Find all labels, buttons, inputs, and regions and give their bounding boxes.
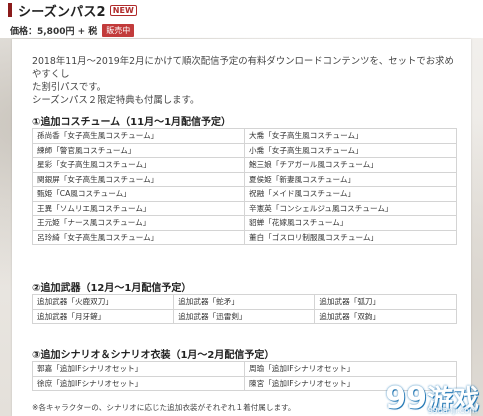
description-line: 2018年11月～2019年2月にかけて順次配信予定の有料ダウンロードコンテンツ… [32, 56, 454, 80]
table-cell: 追加武器「双鉤」 [314, 308, 457, 324]
section-costume-title: ①追加コスチューム（11月～1月配信予定） [32, 117, 232, 128]
table-row: 孫尚香「女子高生風コスチューム」 大喬「女子高生風コスチューム」 [32, 128, 457, 144]
table-cell: 鮑三娘「チアガール風コスチューム」 [244, 157, 457, 173]
content-panel: 2018年11月～2019年2月にかけて順次配信予定の有料ダウンロードコンテンツ… [12, 39, 471, 416]
table-cell: 董白「ゴスロリ制服風コスチューム」 [244, 229, 457, 245]
costume-table: 孫尚香「女子高生風コスチューム」 大喬「女子高生風コスチューム」 練師「警官風コス… [32, 128, 457, 245]
table-row: 王元姫「ナース風コスチューム」 貂蝉「花嫁風コスチューム」 [32, 215, 457, 231]
table-cell: 星彩「女子高生風コスチューム」 [32, 157, 245, 173]
table-row: 郭嘉「追加IFシナリオセット」 周瑜「追加IFシナリオセット」 [32, 361, 457, 377]
description-line: シーズンパス２限定特典も付属します。 [32, 95, 200, 106]
table-cell: 大喬「女子高生風コスチューム」 [244, 128, 457, 144]
table-row: 王異「ソムリエ風コスチューム」 辛憲英「コンシェルジュ風コスチューム」 [32, 200, 457, 216]
table-cell: 練師「警官風コスチューム」 [32, 142, 245, 158]
section-weapon-title: ②追加武器（12月～1月配信予定） [32, 283, 192, 294]
table-cell: 孫尚香「女子高生風コスチューム」 [32, 128, 245, 144]
table-cell: 追加武器「弧刀」 [314, 294, 457, 310]
table-cell: 周瑜「追加IFシナリオセット」 [244, 361, 457, 377]
table-cell: 追加武器「火鹿双刀」 [31, 294, 175, 310]
description: 2018年11月～2019年2月にかけて順次配信予定の有料ダウンロードコンテンツ… [32, 55, 457, 107]
table-cell: 追加武器「蛇矛」 [173, 294, 316, 310]
table-cell: 辛憲英「コンシェルジュ風コスチューム」 [244, 200, 457, 216]
table-row: 甄姫「CA風コスチューム」 祝融「メイド風コスチューム」 [32, 186, 457, 202]
table-cell: 徐庶「追加IFシナリオセット」 [32, 375, 245, 391]
section-scenario-title: ③追加シナリオ＆シナリオ衣装（1月～2月配信予定） [32, 350, 275, 361]
table-row: 関銀屏「女子高生風コスチューム」 夏侯姫「新妻風コスチューム」 [32, 171, 457, 187]
table-cell: 貂蝉「花嫁風コスチューム」 [244, 215, 457, 231]
table-cell: 関銀屏「女子高生風コスチューム」 [32, 171, 245, 187]
price-row: 価格：5,800円 + 税 販売中 [10, 24, 135, 37]
product-header: シーズンパス2 NEW 価格：5,800円 + 税 販売中 [0, 0, 483, 38]
weapon-table: 追加武器「火鹿双刀」 追加武器「蛇矛」 追加武器「弧刀」 追加武器「月牙鏟」 追加武器… [31, 294, 457, 324]
table-cell: 郭嘉「追加IFシナリオセット」 [32, 361, 245, 377]
page-title: シーズンパス2 [18, 4, 106, 20]
table-cell: 王元姫「ナース風コスチューム」 [32, 215, 245, 231]
table-cell: 甄姫「CA風コスチューム」 [32, 186, 245, 202]
price-label: 価格：5,800円 + 税 [10, 27, 98, 37]
table-row: 追加武器「月牙鏟」 追加武器「迅雷剣」 追加武器「双鉤」 [31, 308, 457, 324]
table-row: 追加武器「火鹿双刀」 追加武器「蛇矛」 追加武器「弧刀」 [31, 294, 457, 310]
watermark-digits: 99 [385, 381, 427, 416]
new-badge: NEW [109, 4, 137, 16]
table-cell: 小喬「女子高生風コスチューム」 [244, 142, 457, 158]
description-line: た割引パスです。 [32, 82, 107, 93]
site-watermark-logo: 99 游戏 99danji.com [385, 381, 479, 416]
watermark-url: 99danji.com [427, 406, 477, 415]
table-row: 呂玲綺「女子高生風コスチューム」 董白「ゴスロリ制服風コスチューム」 [32, 229, 457, 245]
table-row: 星彩「女子高生風コスチューム」 鮑三娘「チアガール風コスチューム」 [32, 157, 457, 173]
table-cell: 追加武器「迅雷剣」 [173, 308, 316, 324]
table-cell: 王異「ソムリエ風コスチューム」 [32, 200, 245, 216]
on-sale-badge: 販売中 [102, 24, 135, 37]
table-row: 練師「警官風コスチューム」 小喬「女子高生風コスチューム」 [32, 142, 457, 158]
title-bar: シーズンパス2 NEW [8, 3, 137, 20]
footnote: ※各キャラクターの、シナリオに応じた追加衣装がそれぞれ１着付属します。 [32, 403, 296, 412]
table-cell: 夏侯姫「新妻風コスチューム」 [244, 171, 457, 187]
table-cell: 呂玲綺「女子高生風コスチューム」 [32, 229, 245, 245]
table-cell: 祝融「メイド風コスチューム」 [244, 186, 457, 202]
table-cell: 追加武器「月牙鏟」 [31, 308, 175, 324]
